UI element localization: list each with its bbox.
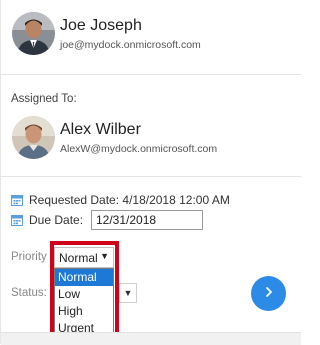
due-date-row: Due Date: <box>11 213 83 227</box>
divider <box>1 74 301 75</box>
assignee-email: AlexW@mydock.onmicrosoft.com <box>60 143 218 155</box>
due-date-label: Due Date: <box>29 213 84 227</box>
status-select[interactable]: ▼ <box>119 283 137 303</box>
requester-name: Joe Joseph <box>60 17 142 34</box>
assignee-avatar <box>12 116 55 159</box>
status-label: Status: <box>11 287 47 299</box>
requested-date-row: Requested Date: 4/18/2018 12:00 AM <box>11 193 230 207</box>
requested-date-text: Requested Date: 4/18/2018 12:00 AM <box>29 193 230 207</box>
bottom-bar <box>1 332 301 345</box>
chevron-down-icon: ▼ <box>123 288 133 298</box>
assigned-to-label: Assigned To: <box>11 93 77 105</box>
requester-email: joe@mydock.onmicrosoft.com <box>60 39 201 51</box>
priority-label: Priority <box>11 251 47 263</box>
next-button[interactable] <box>251 276 286 311</box>
calendar-icon <box>11 194 23 206</box>
requester-avatar <box>12 12 55 55</box>
calendar-icon <box>11 214 23 226</box>
chevron-right-icon <box>263 285 275 303</box>
highlight-box <box>50 241 119 344</box>
due-date-input[interactable] <box>91 210 203 230</box>
assignee-name: Alex Wilber <box>60 121 141 138</box>
divider <box>1 176 301 177</box>
task-details-panel: Joe Joseph joe@mydock.onmicrosoft.com As… <box>0 0 301 345</box>
